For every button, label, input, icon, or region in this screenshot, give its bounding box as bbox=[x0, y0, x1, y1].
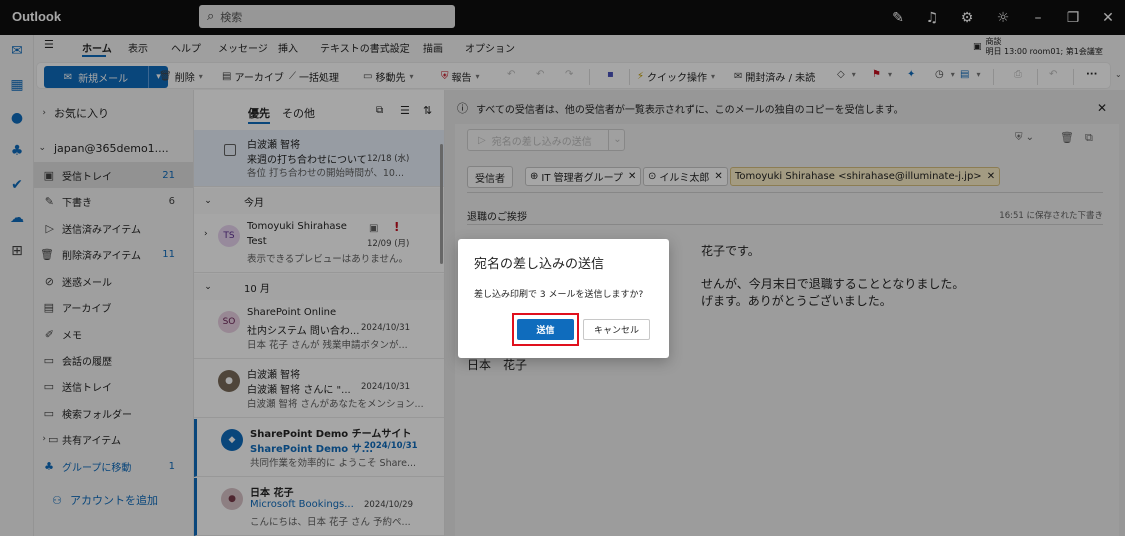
dialog-message: 差し込み印刷で 3 メールを送信しますか? bbox=[474, 290, 644, 300]
send-merge-dialog: 宛名の差し込みの送信 差し込み印刷で 3 メールを送信しますか? 送信 キャンセ… bbox=[458, 239, 669, 358]
cancel-button[interactable]: キャンセル bbox=[583, 319, 650, 340]
send-button[interactable]: 送信 bbox=[517, 319, 574, 340]
dialog-title: 宛名の差し込みの送信 bbox=[474, 257, 605, 272]
